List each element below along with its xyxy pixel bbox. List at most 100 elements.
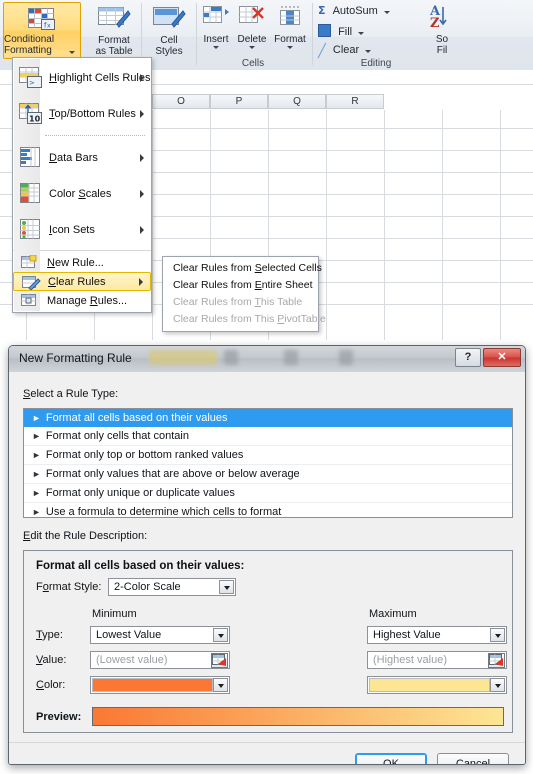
preview-gradient xyxy=(92,707,504,726)
fill-button[interactable]: Fill xyxy=(318,24,365,38)
value-row-label: Value: xyxy=(36,654,67,666)
minimum-column-header: Minimum xyxy=(92,608,137,620)
menu-item-label: Icon Sets xyxy=(49,224,95,236)
chevron-down-icon xyxy=(358,32,365,35)
submenu-item-selected-cells[interactable]: Clear Rules from Selected Cells xyxy=(163,260,322,277)
submenu-item-this-pivottable: Clear Rules from This PivotTable xyxy=(173,313,326,325)
maximum-value-placeholder: (Highest value) xyxy=(373,654,447,666)
menu-item-label: Color Scales xyxy=(49,188,112,200)
maximum-type-select[interactable]: Highest Value xyxy=(367,626,507,644)
sort-filter-button[interactable]: A Z So Fil xyxy=(422,2,462,56)
close-icon[interactable]: ✕ xyxy=(483,348,521,367)
chevron-down-icon[interactable] xyxy=(219,580,234,594)
submenu-item-entire-sheet[interactable]: Clear Rules from Entire Sheet xyxy=(163,277,318,294)
titlebar-reflection xyxy=(149,350,217,365)
minimum-type-value: Lowest Value xyxy=(96,629,162,641)
format-button[interactable]: Format xyxy=(270,2,310,49)
menu-item-manage-rules[interactable]: Manage Rules... xyxy=(13,291,151,310)
range-selector-icon[interactable] xyxy=(488,653,505,668)
dialog-titlebar[interactable]: New Formatting Rule ? ✕ xyxy=(9,346,525,373)
menu-item-new-rule[interactable]: New Rule... xyxy=(13,253,151,272)
fill-label: Fill xyxy=(338,26,353,38)
rule-type-option[interactable]: ► Format only unique or duplicate values xyxy=(24,484,512,503)
rule-type-option[interactable]: ► Format only top or bottom ranked values xyxy=(24,446,512,465)
editing-group-label: Editing xyxy=(360,58,392,69)
select-rule-type-label: Select a Rule Type: xyxy=(23,388,119,400)
triangle-right-icon: ► xyxy=(32,469,41,479)
rule-type-option[interactable]: ► Format only cells that contain xyxy=(24,427,512,446)
chevron-down-icon[interactable] xyxy=(213,628,228,642)
menu-item-top-bottom-rules[interactable]: 10 Top/Bottom Rules xyxy=(13,96,151,132)
delete-button[interactable]: Delete xyxy=(233,2,271,49)
menu-item-color-scales[interactable]: Color Scales xyxy=(13,176,151,212)
chevron-down-icon[interactable] xyxy=(490,678,505,692)
chevron-down-icon[interactable] xyxy=(213,678,228,692)
format-style-select[interactable]: 2-Color Scale xyxy=(108,578,236,596)
color-row-label: Color: xyxy=(36,679,66,691)
eraser-icon: ╱ xyxy=(318,43,326,58)
sort-filter-line2: Fil xyxy=(436,45,448,56)
insert-button[interactable]: Insert xyxy=(198,2,234,49)
titlebar-reflection xyxy=(339,350,353,365)
edit-rule-description-label: Edit the Rule Description: xyxy=(23,530,148,542)
chevron-down-icon xyxy=(383,11,390,14)
submenu-arrow-icon xyxy=(140,226,144,234)
column-header-q[interactable]: Q xyxy=(268,94,326,109)
rule-type-list[interactable]: ► Format all cells based on their values … xyxy=(23,408,513,518)
maximum-value-input[interactable]: (Highest value) xyxy=(367,651,507,669)
conditional-formatting-menu[interactable]: > Highlight Cells Rules 10 Top/Bottom Ru… xyxy=(12,57,152,313)
menu-item-clear-rules[interactable]: Clear Rules xyxy=(13,272,151,291)
submenu-item-this-table: Clear Rules from This Table xyxy=(173,296,303,308)
conditional-formatting-button[interactable]: f x Conditional Formatting xyxy=(3,2,81,59)
autosum-label: AutoSum xyxy=(332,5,378,17)
maximum-column-header: Maximum xyxy=(369,608,417,620)
minimum-color-select[interactable] xyxy=(90,676,230,694)
chevron-down-icon[interactable] xyxy=(490,628,505,642)
format-as-table-button[interactable]: Format as Table xyxy=(84,2,144,57)
svg-text:>: > xyxy=(29,79,35,87)
autosum-button[interactable]: Σ AutoSum xyxy=(318,4,390,17)
menu-item-data-bars[interactable]: Data Bars xyxy=(13,140,151,176)
chevron-down-icon xyxy=(69,51,75,54)
triangle-right-icon: ► xyxy=(32,488,41,498)
description-heading: Format all cells based on their values: xyxy=(36,560,245,572)
chevron-down-icon xyxy=(213,46,219,49)
help-button[interactable]: ? xyxy=(455,348,481,367)
column-header-o[interactable]: O xyxy=(152,94,210,109)
menu-item-label: Highlight Cells Rules xyxy=(49,72,151,84)
ribbon-separator xyxy=(196,3,197,65)
maximum-color-swatch xyxy=(369,678,490,692)
sort-filter-line1: So xyxy=(435,34,449,45)
format-cells-icon xyxy=(277,6,303,31)
maximum-color-select[interactable] xyxy=(367,676,507,694)
clear-rules-submenu[interactable]: Clear Rules from Selected Cells Clear Ru… xyxy=(162,256,326,332)
column-header-r[interactable]: R xyxy=(326,94,384,109)
dialog-body: Select a Rule Type: ► Format all cells ba… xyxy=(9,372,525,764)
ok-button[interactable]: OK xyxy=(355,753,427,764)
submenu-arrow-icon xyxy=(140,74,144,82)
range-selector-icon[interactable] xyxy=(211,653,228,668)
new-formatting-rule-dialog: New Formatting Rule ? ✕ Select a Rule Ty… xyxy=(8,345,526,765)
minimum-value-input[interactable]: (Lowest value) xyxy=(90,651,230,669)
cancel-button[interactable]: Cancel xyxy=(437,753,509,764)
triangle-right-icon: ► xyxy=(32,431,41,441)
clear-button[interactable]: ╱ Clear xyxy=(318,43,372,58)
cell-styles-icon xyxy=(152,6,186,32)
column-header-p[interactable]: P xyxy=(210,94,268,109)
rule-type-option[interactable]: ► Format all cells based on their values xyxy=(24,409,512,427)
chevron-down-icon xyxy=(365,50,372,53)
menu-item-highlight-cells-rules[interactable]: > Highlight Cells Rules xyxy=(13,60,151,96)
cell-styles-button[interactable]: Cell Styles xyxy=(145,2,193,57)
rule-type-option[interactable]: ► Format only values that are above or be… xyxy=(24,465,512,484)
svg-text:10: 10 xyxy=(29,115,41,124)
ribbon-separator xyxy=(141,3,142,65)
minimum-type-select[interactable]: Lowest Value xyxy=(90,626,230,644)
icon-sets-icon xyxy=(18,218,44,245)
minimum-color-swatch xyxy=(92,678,213,692)
editing-group: Σ AutoSum Fill ╱ Clear Editing A Z So Fi… xyxy=(316,0,533,70)
menu-item-icon-sets[interactable]: Icon Sets xyxy=(13,212,151,248)
submenu-arrow-icon xyxy=(140,110,144,118)
titlebar-reflection xyxy=(284,350,298,365)
rule-type-option[interactable]: ► Use a formula to determine which cells … xyxy=(24,503,512,517)
color-scales-icon xyxy=(18,182,44,209)
